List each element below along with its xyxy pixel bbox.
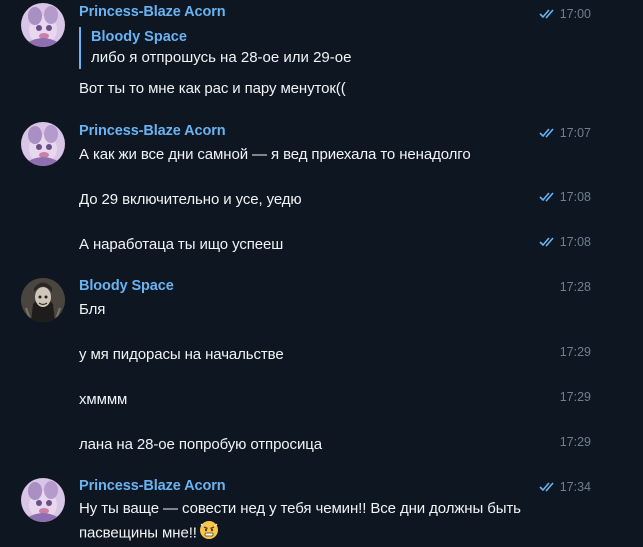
- chat-history: Princess-Blaze Acorn Bloody Space либо я…: [0, 0, 643, 547]
- message-text: Вот ты то мне как рас и пару менуток((: [79, 80, 346, 97]
- message-meta: 17:29: [560, 390, 591, 404]
- sender-name[interactable]: Princess-Blaze Acorn: [79, 478, 226, 494]
- message-time: 17:28: [559, 280, 591, 294]
- double-check-icon: [539, 192, 557, 202]
- sender-name[interactable]: Bloody Space: [79, 278, 174, 294]
- message-meta: 17:28: [560, 280, 591, 294]
- double-check-icon: [539, 237, 557, 247]
- avatar-princess[interactable]: [21, 122, 65, 166]
- reply-text: либо я отпрошусь на 28-ое или 29-ое: [91, 49, 352, 66]
- message-meta: 17:08: [539, 190, 591, 204]
- sender-name[interactable]: Princess-Blaze Acorn: [79, 123, 226, 139]
- message-time: 17:29: [559, 345, 591, 359]
- double-check-icon: [539, 482, 557, 492]
- message-time: 17:00: [559, 7, 591, 21]
- message-meta: 17:29: [560, 435, 591, 449]
- message-time: 17:29: [559, 435, 591, 449]
- message-time: 17:29: [559, 390, 591, 404]
- message-text: хмммм: [79, 391, 128, 408]
- message-text: Ну ты ваще — совести нед у тебя чемин!! …: [79, 498, 529, 547]
- double-check-icon: [539, 128, 557, 138]
- message-meta: 17:08: [539, 235, 591, 249]
- avatar-bloody[interactable]: [21, 278, 65, 322]
- message-text: у мя пидорасы на начальстве: [79, 346, 284, 363]
- avatar-princess[interactable]: [21, 3, 65, 47]
- message-text: А наработаца ты ищо успееш: [79, 236, 284, 253]
- angry-face-emoji: [199, 520, 219, 547]
- message-time: 17:08: [559, 235, 591, 249]
- message-meta: 17:07: [539, 126, 591, 140]
- message-text: Бля: [79, 301, 106, 318]
- sender-name[interactable]: Princess-Blaze Acorn: [79, 4, 226, 20]
- message-text: лана на 28-ое попробую отпросица: [79, 436, 322, 453]
- message-meta: 17:29: [560, 345, 591, 359]
- message-time: 17:34: [559, 480, 591, 494]
- reply-quote[interactable]: Bloody Space либо я отпрошусь на 28-ое и…: [79, 27, 351, 69]
- message-body: Ну ты ваще — совести нед у тебя чемин!! …: [79, 500, 521, 542]
- message-text: До 29 включительно и усе, уедю: [79, 191, 302, 208]
- message-text: А как жи все дни самной — я вед приехала…: [79, 146, 471, 163]
- message-time: 17:08: [559, 190, 591, 204]
- message-meta: 17:00: [539, 7, 591, 21]
- avatar-princess[interactable]: [21, 478, 65, 522]
- message-time: 17:07: [559, 126, 591, 140]
- reply-author: Bloody Space: [91, 29, 187, 45]
- message-meta: 17:34: [539, 480, 591, 494]
- double-check-icon: [539, 9, 557, 19]
